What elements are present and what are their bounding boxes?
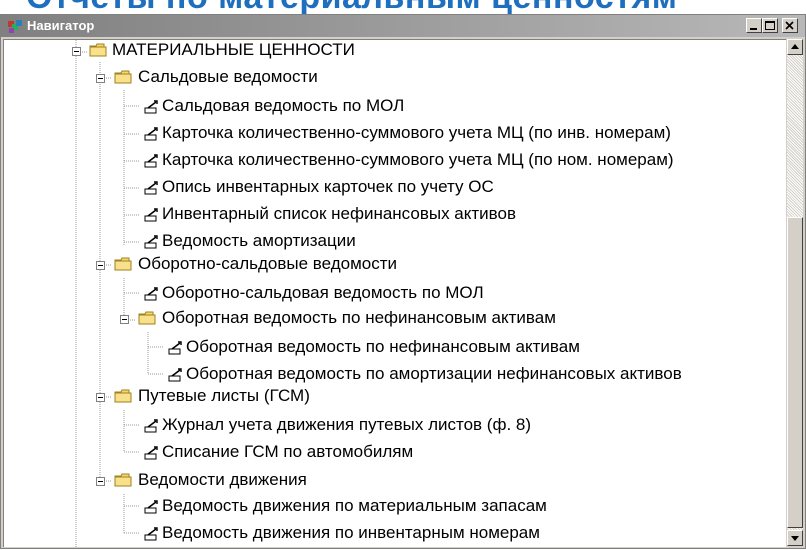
slide-banner: Отчеты по материальным ценностям bbox=[0, 0, 806, 14]
scroll-down-button[interactable] bbox=[787, 530, 803, 546]
close-icon bbox=[785, 21, 794, 30]
report-icon bbox=[168, 341, 182, 355]
navigator-window: Навигатор МАТЕРИАЛЬНЫЕ ЦЕННОСТИ Сальдовы… bbox=[0, 14, 806, 549]
tree-node-label: Сальдовая ведомость по МОЛ bbox=[162, 96, 405, 115]
report-icon bbox=[168, 368, 182, 382]
collapse-toggle-icon[interactable] bbox=[120, 315, 129, 324]
folder-open-icon bbox=[114, 473, 132, 487]
tree-node-label: Журнал учета движения путевых листов (ф.… bbox=[162, 415, 532, 434]
report-icon bbox=[144, 154, 158, 168]
tree-node-label: Опись инвентарных карточек по учету ОС bbox=[162, 177, 494, 196]
maximize-button[interactable] bbox=[762, 18, 778, 33]
minimize-icon bbox=[750, 28, 757, 30]
tree-node-label: Оборотная ведомость по амортизации нефин… bbox=[186, 364, 682, 383]
arrow-down-icon bbox=[791, 536, 799, 541]
report-icon bbox=[144, 419, 158, 433]
report-icon bbox=[144, 287, 158, 301]
navigator-tree: МАТЕРИАЛЬНЫЕ ЦЕННОСТИ Сальдовые ведомост… bbox=[4, 40, 786, 547]
close-button[interactable] bbox=[782, 18, 798, 33]
collapse-toggle-icon[interactable] bbox=[96, 393, 105, 402]
window-title: Навигатор bbox=[27, 18, 95, 33]
collapse-toggle-icon[interactable] bbox=[96, 261, 105, 270]
tree-node-label: Ведомости движения bbox=[138, 470, 307, 489]
tree-node-label: Карточка количественно-суммового учета М… bbox=[162, 123, 671, 142]
report-icon bbox=[144, 127, 158, 141]
report-icon bbox=[144, 181, 158, 195]
report-icon bbox=[144, 235, 158, 249]
report-icon bbox=[144, 100, 158, 114]
vertical-scrollbar[interactable] bbox=[787, 39, 803, 546]
tree-node-label: Ведомость амортизации bbox=[162, 231, 356, 250]
tree-node-label: Оборотная ведомость по нефинансовым акти… bbox=[186, 337, 580, 356]
tree-node-label: Оборотная ведомость по нефинансовым акти… bbox=[162, 308, 556, 327]
collapse-toggle-icon[interactable] bbox=[96, 477, 105, 486]
tree-node-label: Карточка количественно-суммового учета М… bbox=[162, 150, 674, 169]
report-icon bbox=[144, 527, 158, 541]
tree-node-label: Оборотно-сальдовые ведомости bbox=[138, 254, 397, 273]
collapse-toggle-icon[interactable] bbox=[72, 47, 81, 56]
tree-node-label: Списание ГСМ по автомобилям bbox=[162, 442, 414, 461]
report-icon bbox=[144, 446, 158, 460]
scroll-thumb[interactable] bbox=[787, 217, 803, 528]
banner-title: Отчеты по материальным ценностям bbox=[26, 0, 677, 14]
folder-open-icon bbox=[89, 43, 107, 57]
tree-node-label: Инвентарный список нефинансовых активов bbox=[162, 204, 516, 223]
tree-node-label: Ведомость движения по инвентарным номера… bbox=[162, 523, 540, 542]
folder-open-icon bbox=[114, 257, 132, 271]
tree-node-label: Оборотно-сальдовая ведомость по МОЛ bbox=[162, 283, 484, 302]
maximize-icon bbox=[765, 21, 775, 30]
scroll-up-button[interactable] bbox=[787, 39, 803, 55]
tree-node-label: МАТЕРИАЛЬНЫЕ ЦЕННОСТИ bbox=[112, 40, 355, 59]
app-icon bbox=[8, 20, 22, 33]
collapse-toggle-icon[interactable] bbox=[96, 74, 105, 83]
minimize-button[interactable] bbox=[746, 18, 762, 33]
title-bar[interactable]: Навигатор bbox=[1, 15, 805, 37]
folder-open-icon bbox=[138, 311, 156, 325]
report-icon bbox=[144, 208, 158, 222]
tree-node-label: Ведомость движения по материальным запас… bbox=[162, 496, 547, 515]
tree-panel: МАТЕРИАЛЬНЫЕ ЦЕННОСТИ Сальдовые ведомост… bbox=[3, 39, 786, 547]
folder-open-icon bbox=[114, 70, 132, 84]
arrow-up-icon bbox=[791, 44, 799, 49]
report-icon bbox=[144, 500, 158, 514]
folder-open-icon bbox=[114, 389, 132, 403]
tree-node-label: Сальдовые ведомости bbox=[138, 67, 318, 86]
tree-node-label: Путевые листы (ГСМ) bbox=[138, 386, 310, 405]
